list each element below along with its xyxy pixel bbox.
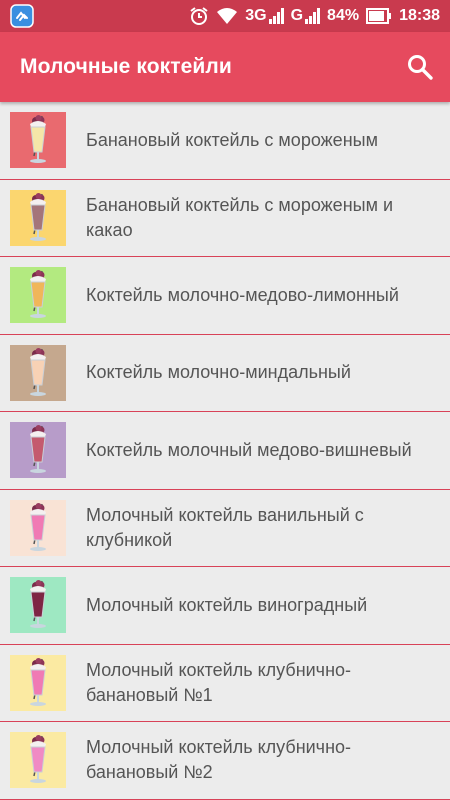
milkshake-thumbnail [10,422,66,479]
battery-icon [366,8,392,24]
recipe-list: Банановый коктейль с мороженым Банановый … [0,102,450,800]
list-item[interactable]: Молочный коктейль ванильный с клубникой [0,490,450,567]
milkshake-thumbnail [10,112,66,169]
network2-type-label: G [290,7,304,24]
list-item-label: Молочный коктейль ванильный с клубникой [86,504,364,550]
milkshake-thumbnail [10,732,66,789]
wifi-icon [217,8,238,24]
search-icon[interactable] [406,53,434,81]
milkshake-thumbnail [10,577,66,634]
milkshake-thumbnail [10,654,66,711]
list-item-label: Банановый коктейль с мороженым [86,129,378,150]
list-item[interactable]: Коктейль молочно-медово-лимонный [0,257,450,335]
milkshake-icon [30,115,46,164]
status-bar: 3G G 84% 18:38 [0,0,450,32]
signal-icon [268,8,284,24]
list-item-label: Молочный коктейль виноградный [86,594,368,615]
list-item-label: Молочный коктейль клубнично-банановый №1 [86,659,352,705]
list-item-label: Коктейль молочный медово-вишневый [86,439,412,460]
milkshake-thumbnail [10,189,66,246]
milkshake-icon [30,657,46,706]
milkshake-thumbnail [10,267,66,324]
milkshake-icon [30,347,46,396]
milkshake-icon [30,735,46,784]
clock: 18:38 [399,7,440,24]
alarm-icon [190,7,208,25]
battery-percent: 84% [327,7,360,24]
milkshake-thumbnail [10,499,66,556]
list-item[interactable]: Коктейль молочно-миндальный [0,335,450,412]
milkshake-thumbnail [10,344,66,401]
milkshake-icon [30,270,46,319]
list-item-label: Коктейль молочно-миндальный [86,362,351,383]
page-title: Молочные коктейли [20,55,232,78]
list-item[interactable]: Молочный коктейль клубнично-банановый №1 [0,645,450,722]
milkshake-icon [30,425,46,474]
list-item-label: Коктейль молочно-медово-лимонный [86,284,399,305]
list-item[interactable]: Банановый коктейль с мороженым [0,102,450,180]
list-item-label: Банановый коктейль с мороженым и какао [86,194,394,240]
list-item[interactable]: Коктейль молочный медово-вишневый [0,412,450,490]
list-item[interactable]: Молочный коктейль виноградный [0,567,450,645]
list-item[interactable]: Банановый коктейль с мороженым и какао [0,180,450,257]
list-item-label: Молочный коктейль клубнично-банановый №2 [86,737,352,783]
network-type-label: 3G [245,7,267,24]
signal2-icon [305,8,321,24]
milkshake-icon [30,502,46,551]
app-bar: Молочные коктейли [0,32,450,102]
milkshake-icon [30,192,46,241]
app-notification-icon [10,4,34,28]
milkshake-icon [30,580,46,629]
list-item[interactable]: Молочный коктейль клубнично-банановый №2 [0,722,450,800]
